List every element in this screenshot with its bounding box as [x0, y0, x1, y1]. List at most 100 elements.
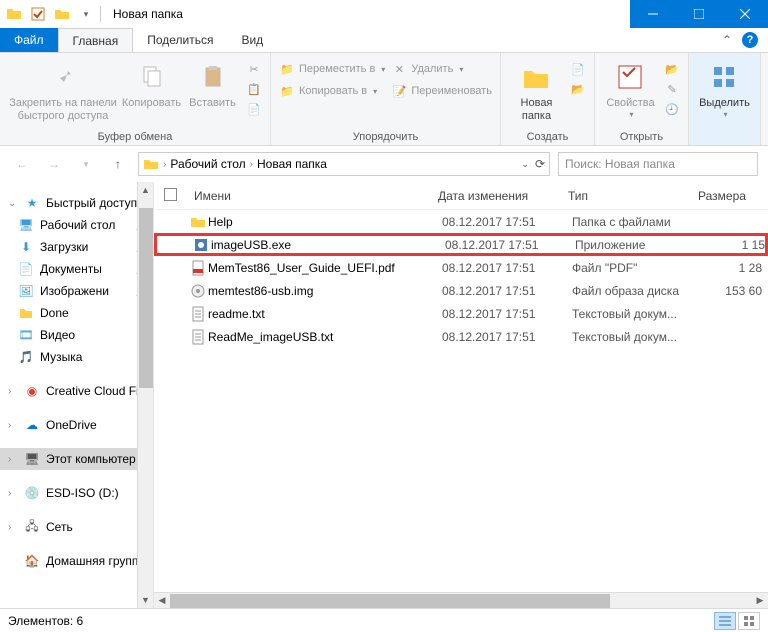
file-icon: [188, 329, 208, 345]
sidebar-downloads[interactable]: ⬇Загрузки📌: [0, 236, 153, 258]
sidebar-onedrive[interactable]: ›☁OneDrive: [0, 414, 153, 436]
pin-button[interactable]: Закрепить на панели быстрого доступа: [8, 57, 118, 123]
column-type[interactable]: Тип: [568, 189, 698, 203]
sidebar-esd[interactable]: ›💿ESD-ISO (D:): [0, 482, 153, 504]
folder-icon: [18, 305, 34, 321]
file-row[interactable]: readme.txt08.12.2017 17:51Текстовый доку…: [154, 302, 768, 325]
path-icon: 📋: [246, 81, 262, 97]
easy-access-button[interactable]: 📂: [570, 81, 586, 97]
folder-small-icon[interactable]: [54, 6, 70, 22]
file-name: imageUSB.exe: [211, 238, 445, 252]
open-button[interactable]: 📂: [664, 61, 680, 77]
tab-home[interactable]: Главная: [58, 28, 134, 52]
properties-button[interactable]: Свойства▾: [603, 57, 658, 120]
paste-shortcut-button[interactable]: 📄: [246, 101, 262, 117]
breadcrumb-folder[interactable]: Новая папка: [257, 157, 327, 171]
dropdown-icon[interactable]: ▾: [78, 6, 94, 22]
ribbon-group-clipboard: Закрепить на панели быстрого доступа Коп…: [0, 53, 271, 145]
properties-icon: [614, 61, 646, 93]
ribbon-tabs: Файл Главная Поделиться Вид ⌃ ?: [0, 28, 768, 52]
file-name: readme.txt: [208, 307, 442, 321]
refresh-icon[interactable]: ⟳: [535, 157, 545, 171]
file-icon: [188, 260, 208, 276]
file-size: 1 28: [702, 261, 762, 275]
column-date[interactable]: Дата изменения: [438, 189, 568, 203]
scroll-down-icon[interactable]: ▼: [138, 592, 153, 608]
recent-dropdown[interactable]: ▾: [74, 152, 98, 176]
sidebar-desktop[interactable]: 🖥Рабочий стол📌: [0, 214, 153, 236]
address-bar[interactable]: › Рабочий стол › Новая папка ⌄ ⟳: [138, 152, 550, 176]
search-input[interactable]: Поиск: Новая папка: [558, 152, 758, 176]
sidebar: ⌄★Быстрый доступ 🖥Рабочий стол📌 ⬇Загрузк…: [0, 182, 154, 608]
copy-path-button[interactable]: 📋: [246, 81, 262, 97]
chevron-right-icon[interactable]: ›: [250, 159, 253, 170]
file-row[interactable]: imageUSB.exe08.12.2017 17:51Приложение1 …: [154, 233, 768, 256]
scroll-right-icon[interactable]: ▶: [752, 593, 768, 608]
scroll-up-icon[interactable]: ▲: [138, 182, 153, 198]
forward-button[interactable]: →: [42, 152, 66, 176]
rename-button[interactable]: 📝Переименовать: [391, 83, 492, 99]
dropdown-icon[interactable]: ⌄: [521, 159, 529, 170]
sidebar-homegroup[interactable]: ›🏠Домашняя групп: [0, 550, 153, 572]
group-new-label: Создать: [509, 129, 586, 143]
new-item-button[interactable]: 📄: [570, 61, 586, 77]
scroll-thumb[interactable]: [139, 208, 153, 388]
file-icon: [191, 237, 211, 253]
pc-icon: 🖥: [24, 451, 40, 467]
column-name[interactable]: Имени: [188, 189, 438, 203]
sidebar-documents[interactable]: 📄Документы📌: [0, 258, 153, 280]
minimize-button[interactable]: [630, 0, 676, 28]
paste-button[interactable]: Вставить: [185, 57, 240, 110]
delete-button[interactable]: ✕Удалить▾: [391, 61, 492, 77]
file-type: Файл образа диска: [572, 284, 702, 298]
new-folder-label: Новая папка: [509, 97, 564, 123]
sidebar-scrollbar[interactable]: ▲ ▼: [137, 182, 153, 608]
sidebar-creative-cloud[interactable]: ›◉Creative Cloud Fil: [0, 380, 153, 402]
minimize-ribbon-icon[interactable]: ⌃: [722, 33, 732, 47]
tab-file[interactable]: Файл: [0, 28, 58, 52]
horizontal-scrollbar[interactable]: ◀ ▶: [154, 592, 768, 608]
statusbar: Элементов: 6: [0, 608, 768, 632]
file-row[interactable]: MemTest86_User_Guide_UEFI.pdf08.12.2017 …: [154, 256, 768, 279]
new-folder-button[interactable]: Новая папка: [509, 57, 564, 123]
sidebar-done[interactable]: Done: [0, 302, 153, 324]
help-icon[interactable]: ?: [742, 32, 758, 48]
file-name: ReadMe_imageUSB.txt: [208, 330, 442, 344]
column-size[interactable]: Размера: [698, 189, 758, 203]
sidebar-network[interactable]: ›🖧Сеть: [0, 516, 153, 538]
select-button[interactable]: Выделить▾: [697, 57, 752, 120]
tab-view[interactable]: Вид: [227, 28, 277, 52]
edit-button[interactable]: ✎: [664, 81, 680, 97]
scroll-thumb[interactable]: [170, 594, 610, 608]
chevron-right-icon[interactable]: ›: [163, 159, 166, 170]
file-date: 08.12.2017 17:51: [442, 215, 572, 229]
view-thumbnails-button[interactable]: [738, 612, 760, 630]
copy-to-button[interactable]: 📁Копировать в▾: [279, 83, 385, 99]
sidebar-pictures[interactable]: 🖼Изображени📌: [0, 280, 153, 302]
close-button[interactable]: [722, 0, 768, 28]
sidebar-music[interactable]: 🎵Музыка: [0, 346, 153, 368]
copy-button[interactable]: Копировать: [124, 57, 179, 110]
cut-button[interactable]: ✂: [246, 61, 262, 77]
disc-icon: 💿: [24, 485, 40, 501]
homegroup-icon: 🏠: [24, 553, 40, 569]
file-size: 1 15: [705, 238, 765, 252]
edit-icon: ✎: [664, 81, 680, 97]
sidebar-quick-access[interactable]: ⌄★Быстрый доступ: [0, 192, 153, 214]
file-row[interactable]: memtest86-usb.img08.12.2017 17:51Файл об…: [154, 279, 768, 302]
sidebar-this-pc[interactable]: ›🖥Этот компьютер: [0, 448, 153, 470]
breadcrumb-desktop[interactable]: Рабочий стол: [170, 157, 245, 171]
history-button[interactable]: 🕘: [664, 101, 680, 117]
file-row[interactable]: ReadMe_imageUSB.txt08.12.2017 17:51Текст…: [154, 325, 768, 348]
up-button[interactable]: ↑: [106, 152, 130, 176]
checkbox-icon[interactable]: [30, 6, 46, 22]
select-all-checkbox[interactable]: [164, 188, 188, 204]
back-button[interactable]: ←: [10, 152, 34, 176]
file-row[interactable]: Help08.12.2017 17:51Папка с файлами: [154, 210, 768, 233]
view-details-button[interactable]: [714, 612, 736, 630]
scroll-left-icon[interactable]: ◀: [154, 593, 170, 608]
move-to-button[interactable]: 📁Переместить в▾: [279, 61, 385, 77]
sidebar-videos[interactable]: 🎞Видео: [0, 324, 153, 346]
maximize-button[interactable]: [676, 0, 722, 28]
tab-share[interactable]: Поделиться: [133, 28, 227, 52]
